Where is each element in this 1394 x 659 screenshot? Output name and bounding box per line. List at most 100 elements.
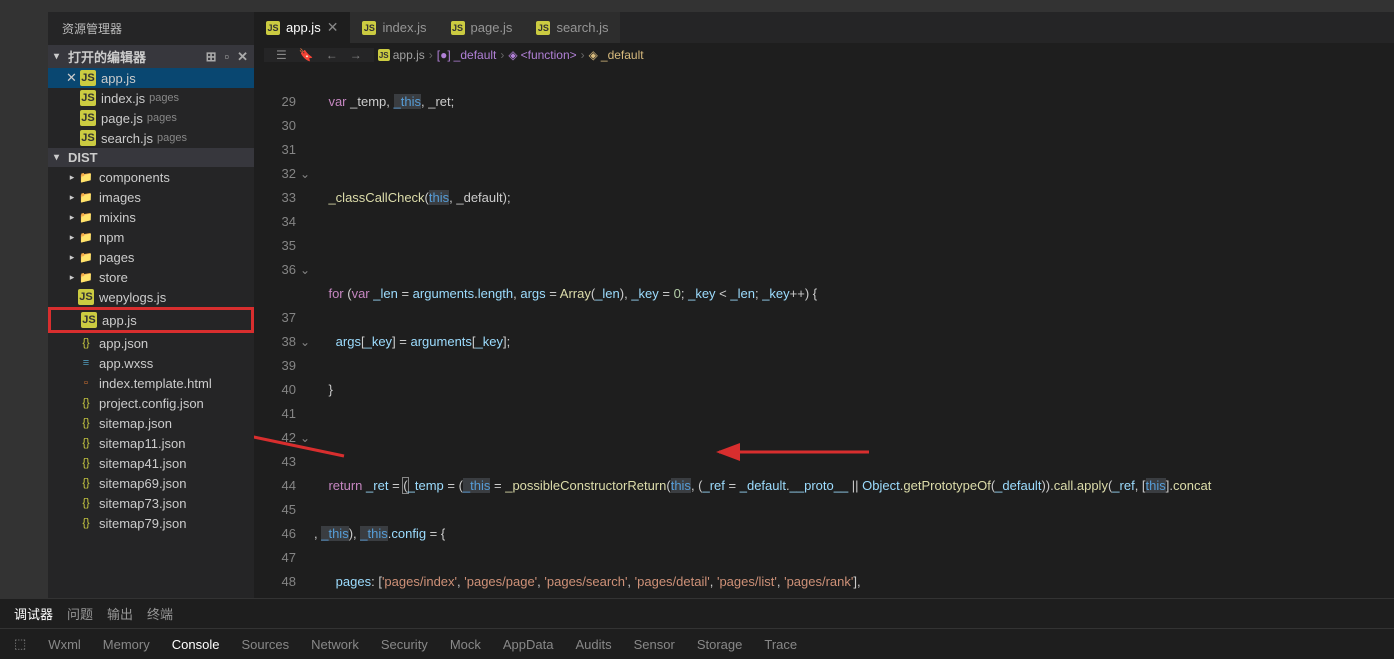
file-item[interactable]: {}sitemap.json [48,413,254,433]
security-tab[interactable]: Security [381,637,428,652]
chevron-right-icon: ▸ [66,252,78,263]
breadcrumb-sep: › [429,48,433,62]
back-icon[interactable]: ← [326,48,338,62]
bookmark-icon[interactable]: 🔖 [299,48,314,62]
file-name: index.template.html [99,376,212,391]
tab-app-js[interactable]: JSapp.js✕ [254,12,350,43]
file-name: page.js [101,111,143,126]
breadcrumb-sep: › [500,48,504,62]
file-tree: ▸📁components ▸📁images ▸📁mixins ▸📁npm ▸📁p… [48,167,254,533]
chevron-down-icon: ▾ [54,51,68,62]
folder-icon: 📁 [78,269,94,285]
code-content[interactable]: var _temp, _this, _ret; _classCallCheck(… [314,66,1394,598]
bottom-tabs: 调试器 问题 输出 终端 [0,599,1394,629]
inspector-icon[interactable]: ⬚ [14,636,26,652]
js-icon: JS [81,312,97,328]
wxml-tab[interactable]: Wxml [48,637,81,652]
folder-item[interactable]: ▸📁components [48,167,254,187]
project-header[interactable]: ▾ DIST [48,148,254,167]
tab-bar: JS app.js ✕ JSindex.js JSpage.js JSsearch.… [254,12,1394,44]
file-name: sitemap69.json [99,476,186,491]
file-name: app.wxss [99,356,153,371]
breadcrumb-item[interactable]: ◈ _default [589,48,644,62]
file-name: app.json [99,336,148,351]
file-item[interactable]: ≡app.wxss [48,353,254,373]
open-editor-item[interactable]: JS index.js pages [48,88,254,108]
open-editor-item[interactable]: ✕ JS app.js [48,68,254,88]
problems-tab[interactable]: 问题 [67,600,93,627]
close-all-icon[interactable]: ✕ [237,49,248,65]
folder-icon: 📁 [78,249,94,265]
tab-search-js[interactable]: JSsearch.js [524,12,620,43]
js-icon: JS [536,21,550,35]
tab-label: app.js [286,20,321,35]
folder-item[interactable]: ▸📁mixins [48,207,254,227]
outline-icon[interactable]: ☰ [276,48,287,62]
html-icon: ▫ [78,375,94,391]
console-tab[interactable]: Console [172,637,220,652]
sources-tab[interactable]: Sources [241,637,289,652]
file-item[interactable]: ▫ index.template.html [48,373,254,393]
title-bar [0,0,1394,12]
breadcrumb-item[interactable]: JSapp.js [378,48,425,62]
file-item[interactable]: {} app.json [48,333,254,353]
file-item[interactable]: {}project.config.json [48,393,254,413]
mock-tab[interactable]: Mock [450,637,481,652]
file-name: wepylogs.js [99,290,166,305]
folder-item[interactable]: ▸📁store [48,267,254,287]
breadcrumb-item[interactable]: [●] _default [437,48,497,62]
audits-tab[interactable]: Audits [575,637,611,652]
folder-item[interactable]: ▸📁images [48,187,254,207]
tab-label: page.js [471,20,513,35]
forward-icon[interactable]: → [350,48,362,62]
file-name: project.config.json [99,396,204,411]
file-item[interactable]: {}sitemap73.json [48,493,254,513]
editor-area: JSapp.js✕ JSindex.js JSpage.js JSsearch.… [254,12,1394,598]
json-icon: {} [78,335,94,351]
devtools-tabs: ⬚ Wxml Memory Console Sources Network Se… [0,629,1394,659]
js-icon: JS [80,130,96,146]
memory-tab[interactable]: Memory [103,637,150,652]
open-editors-label: 打开的编辑器 [68,47,146,66]
new-file-icon[interactable]: ⊞ [206,49,217,65]
code-editor[interactable]: 2930313233343536 37383940414243444546474… [254,66,1394,598]
file-item[interactable]: {}sitemap69.json [48,473,254,493]
trace-tab[interactable]: Trace [764,637,797,652]
save-all-icon[interactable]: ▫ [224,49,229,65]
terminal-tab[interactable]: 终端 [147,600,173,627]
file-item[interactable]: {}sitemap79.json [48,513,254,533]
file-item[interactable]: {}sitemap41.json [48,453,254,473]
open-editor-item[interactable]: JS page.js pages [48,108,254,128]
js-icon: JS [378,49,390,61]
close-icon[interactable]: ✕ [66,70,80,86]
sidebar-title: 资源管理器 [48,12,254,45]
json-icon: {} [78,435,94,451]
network-tab[interactable]: Network [311,637,359,652]
file-item[interactable]: JSwepylogs.js [48,287,254,307]
close-icon[interactable]: ✕ [327,19,339,36]
sensor-tab[interactable]: Sensor [634,637,675,652]
line-numbers: 2930313233343536 37383940414243444546474… [254,66,314,598]
folder-icon: 📁 [78,229,94,245]
annotation-arrow [254,406,354,466]
debugger-tab[interactable]: 调试器 [14,600,53,627]
folder-item[interactable]: ▸📁pages [48,247,254,267]
appdata-tab[interactable]: AppData [503,637,554,652]
project-label: DIST [68,150,98,165]
tab-page-js[interactable]: JSpage.js [439,12,525,43]
tab-index-js[interactable]: JSindex.js [350,12,438,43]
open-editors-header[interactable]: ▾ 打开的编辑器 ⊞ ▫ ✕ [48,45,254,68]
file-item[interactable]: {} sitemap11.json [48,433,254,453]
sidebar: 资源管理器 ▾ 打开的编辑器 ⊞ ▫ ✕ ✕ JS app.js JS inde… [48,12,254,598]
output-tab[interactable]: 输出 [107,600,133,627]
file-name: search.js [101,131,153,146]
folder-icon: 📁 [78,209,94,225]
file-item-app-js[interactable]: JSapp.js [48,307,254,333]
folder-item[interactable]: ▸📁npm [48,227,254,247]
chevron-right-icon: ▸ [66,192,78,203]
breadcrumb-item[interactable]: ◈ <function> [508,48,576,62]
file-name: sitemap11.json [99,436,185,451]
open-editor-item[interactable]: JS search.js pages [48,128,254,148]
file-name: sitemap.json [99,416,172,431]
storage-tab[interactable]: Storage [697,637,743,652]
